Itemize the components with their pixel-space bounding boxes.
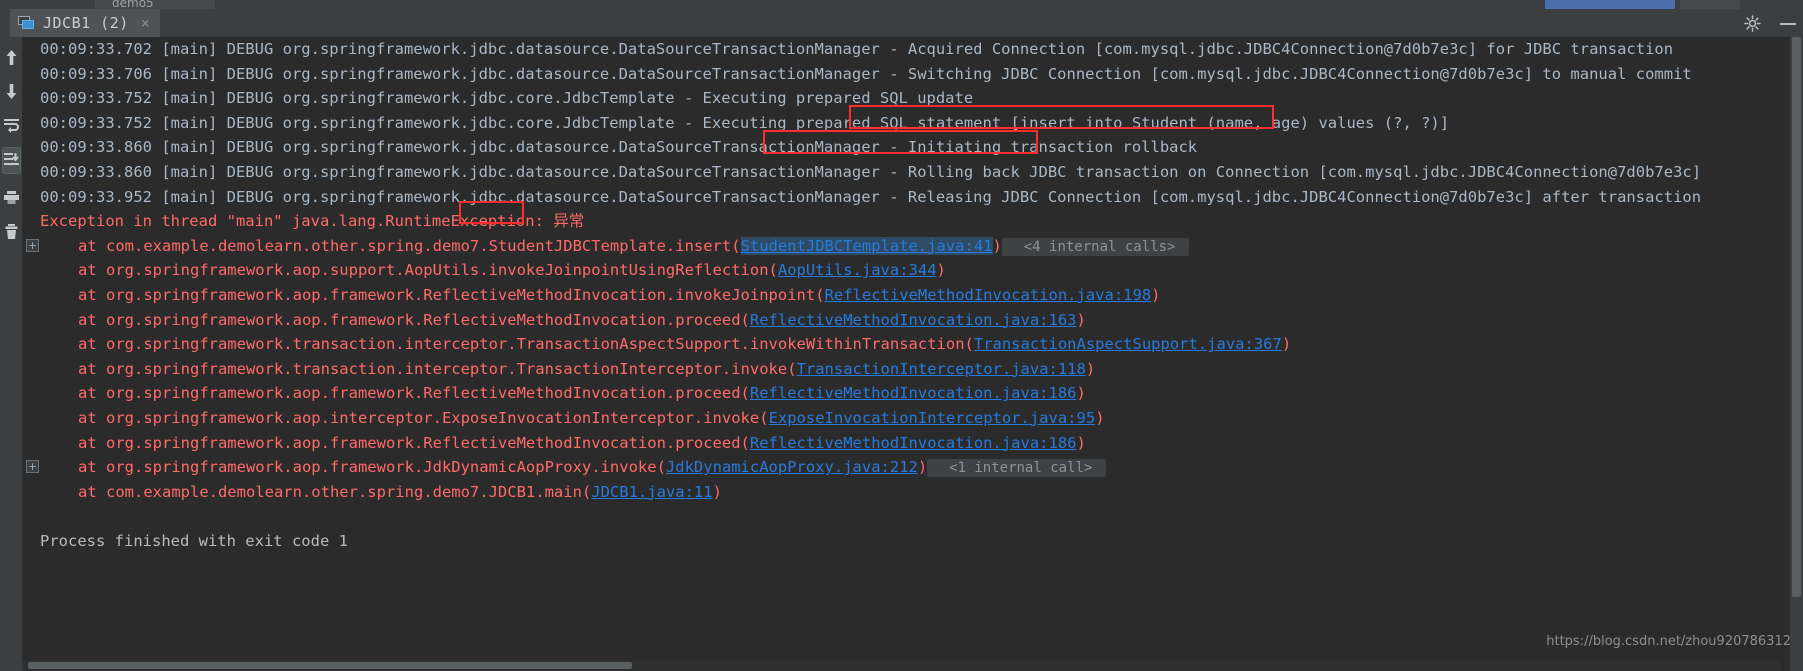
- console-stack-frame: at org.springframework.aop.framework.Ref…: [22, 308, 1701, 333]
- stack-frame-link[interactable]: ReflectiveMethodInvocation.java:186: [750, 434, 1077, 452]
- watermark: https://blog.csdn.net/zhou920786312: [1546, 634, 1791, 649]
- stack-frame-text: at org.springframework.aop.support.AopUt…: [78, 261, 778, 280]
- fold-expand-icon[interactable]: +: [26, 238, 39, 252]
- stack-frame-link[interactable]: TransactionAspectSupport.java:367: [974, 335, 1282, 353]
- trash-icon[interactable]: [2, 219, 21, 244]
- stack-frame-link[interactable]: JDCB1.java:11: [591, 483, 712, 501]
- stack-frame-suffix: ): [1076, 384, 1086, 403]
- console-exit-message: Process finished with exit code 1: [40, 531, 348, 550]
- fold-expand-icon[interactable]: +: [26, 460, 39, 474]
- stack-frame-suffix: ): [1281, 335, 1292, 354]
- ghost-toolbar-right: [1680, 0, 1740, 9]
- stack-frame-suffix: ): [936, 261, 946, 280]
- stack-frame-text: at org.springframework.transaction.inter…: [78, 359, 797, 378]
- stack-frame-link[interactable]: JdkDynamicAopProxy.java:212: [666, 458, 918, 476]
- console-stack-frame: at com.example.demolearn.other.spring.de…: [22, 234, 1701, 259]
- stack-frame-text: at org.springframework.aop.framework.Jdk…: [78, 458, 666, 477]
- console-stack-frame: at org.springframework.aop.interceptor.E…: [22, 406, 1701, 431]
- console-log-line: 00:09:33.860 [main] DEBUG org.springfram…: [40, 162, 1702, 181]
- console-stack-frame: at org.springframework.aop.support.AopUt…: [22, 258, 1701, 283]
- run-tab-bar: JDCB1 (2) ×: [0, 9, 1803, 37]
- console-stack-frame: at org.springframework.transaction.inter…: [22, 357, 1701, 382]
- horizontal-scrollbar[interactable]: [22, 660, 1781, 671]
- console-toolbar: [0, 37, 22, 671]
- console-stack-frame: at org.springframework.aop.framework.Ref…: [22, 431, 1701, 456]
- down-arrow-icon[interactable]: [2, 79, 21, 104]
- stack-frame-link[interactable]: ExposeInvocationInterceptor.java:95: [769, 409, 1096, 427]
- stack-frame-link[interactable]: ReflectiveMethodInvocation.java:163: [750, 311, 1077, 329]
- stack-frame-suffix: ): [1076, 310, 1086, 329]
- console-stack-frame: at com.example.demolearn.other.spring.de…: [22, 480, 1701, 505]
- run-configuration-icon: [18, 16, 35, 30]
- stack-frame-suffix: ): [712, 482, 722, 501]
- window-buttons: [1744, 9, 1797, 37]
- stack-frame-text: at org.springframework.aop.framework.Ref…: [78, 433, 750, 452]
- console-output[interactable]: 00:09:33.702 [main] DEBUG org.springfram…: [22, 37, 1781, 671]
- stack-frame-text: at org.springframework.aop.framework.Ref…: [78, 310, 750, 329]
- stack-frame-text: at org.springframework.aop.framework.Ref…: [78, 285, 825, 304]
- stack-frame-text: at org.springframework.aop.interceptor.E…: [78, 408, 769, 427]
- console-log-line: 00:09:33.860 [main] DEBUG org.springfram…: [40, 138, 1198, 157]
- gear-icon[interactable]: [1744, 14, 1761, 32]
- ghost-tab-active: [1545, 0, 1675, 9]
- close-icon[interactable]: ×: [137, 15, 150, 31]
- internal-calls-badge[interactable]: <1 internal call>: [927, 459, 1106, 478]
- stack-frame-text: at com.example.demolearn.other.spring.de…: [78, 482, 592, 501]
- console-stack-frame: at org.springframework.aop.framework.Jdk…: [22, 455, 1701, 480]
- print-icon[interactable]: [2, 185, 21, 210]
- stack-frame-suffix: ): [1085, 359, 1096, 378]
- stack-frame-suffix: ): [1151, 285, 1161, 304]
- stack-frame-link[interactable]: StudentJDBCTemplate.java:41: [740, 236, 993, 255]
- console-log-line: 00:09:33.706 [main] DEBUG org.springfram…: [40, 64, 1692, 83]
- stack-frame-text: at org.springframework.aop.framework.Ref…: [78, 384, 750, 403]
- ide-top-chrome: [0, 0, 1803, 9]
- stack-frame-link[interactable]: ReflectiveMethodInvocation.java:186: [750, 384, 1077, 402]
- up-arrow-icon[interactable]: [2, 45, 21, 70]
- stack-frame-link[interactable]: ReflectiveMethodInvocation.java:198: [825, 286, 1152, 304]
- run-tab-jdcb1[interactable]: JDCB1 (2) ×: [10, 9, 160, 37]
- stack-frame-suffix: ): [917, 458, 928, 477]
- console-log-line: 00:09:33.702 [main] DEBUG org.springfram…: [40, 40, 1674, 58]
- internal-calls-badge[interactable]: <4 internal calls>: [1001, 237, 1189, 256]
- minimize-icon[interactable]: [1779, 15, 1797, 32]
- stack-frame-link[interactable]: TransactionInterceptor.java:118: [797, 360, 1086, 378]
- stack-frame-suffix: ): [1076, 433, 1086, 452]
- console-stack-frame: at org.springframework.aop.framework.Ref…: [22, 381, 1701, 406]
- ide-run-console-window: demo5 JDCB1 (2) × 00:09:33.702 [main] DE…: [0, 0, 1803, 671]
- soft-wrap-icon[interactable]: [2, 113, 21, 138]
- stack-frame-text: at org.springframework.transaction.inter…: [78, 335, 974, 354]
- console-stack-frame: at org.springframework.transaction.inter…: [22, 332, 1701, 357]
- vertical-scrollbar[interactable]: [1790, 37, 1803, 671]
- console-lines: 00:09:33.702 [main] DEBUG org.springfram…: [22, 37, 1701, 553]
- horizontal-scrollbar-thumb[interactable]: [28, 662, 632, 669]
- vertical-scrollbar-thumb[interactable]: [1792, 37, 1801, 597]
- console-stack-frame: at org.springframework.aop.framework.Ref…: [22, 283, 1701, 308]
- console-log-line: 00:09:33.752 [main] DEBUG org.springfram…: [40, 89, 974, 108]
- scroll-to-end-icon[interactable]: [2, 147, 21, 174]
- stack-frame-text: at com.example.demolearn.other.spring.de…: [78, 236, 741, 255]
- console-log-line: 00:09:33.752 [main] DEBUG org.springfram…: [40, 113, 1450, 132]
- console-exception-line: Exception in thread "main" java.lang.Run…: [40, 212, 585, 231]
- stack-frame-suffix: ): [992, 236, 1002, 255]
- console-log-line: 00:09:33.952 [main] DEBUG org.springfram…: [40, 187, 1702, 206]
- stack-frame-link[interactable]: AopUtils.java:344: [778, 261, 937, 279]
- run-tab-title: JDCB1 (2): [43, 14, 129, 32]
- stack-frame-suffix: ): [1095, 408, 1105, 427]
